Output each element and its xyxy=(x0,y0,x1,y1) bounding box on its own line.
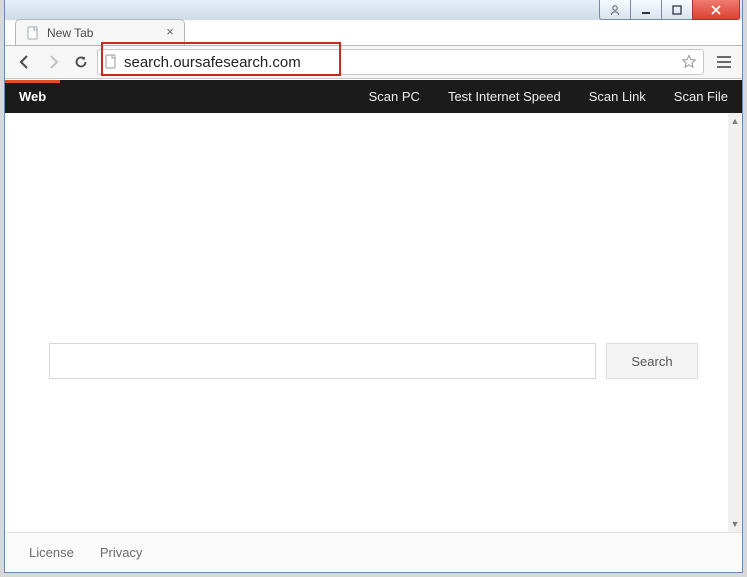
window-titlebar xyxy=(5,0,742,20)
topbar-link-scan-pc[interactable]: Scan PC xyxy=(355,80,434,113)
bookmark-star-icon[interactable] xyxy=(681,54,697,70)
menu-button[interactable] xyxy=(714,52,734,72)
tab-favicon-icon xyxy=(26,26,40,40)
topbar-link-scan-link[interactable]: Scan Link xyxy=(575,80,660,113)
browser-tab[interactable]: New Tab × xyxy=(15,19,185,45)
topbar-link-scan-file[interactable]: Scan File xyxy=(660,80,742,113)
forward-button[interactable] xyxy=(41,50,65,74)
back-button[interactable] xyxy=(13,50,37,74)
browser-window: New Tab × Web xyxy=(4,0,743,573)
reload-button[interactable] xyxy=(69,50,93,74)
site-footer: License Privacy xyxy=(5,532,742,572)
scroll-up-arrow-icon[interactable]: ▲ xyxy=(728,113,742,129)
url-input[interactable] xyxy=(124,54,675,71)
window-minimize-button[interactable] xyxy=(630,0,662,20)
footer-link-privacy[interactable]: Privacy xyxy=(100,545,143,560)
tab-close-button[interactable]: × xyxy=(164,26,176,38)
vertical-scrollbar[interactable]: ▲ ▼ xyxy=(728,113,742,532)
page-content: Web Scan PC Test Internet Speed Scan Lin… xyxy=(5,80,742,572)
footer-link-license[interactable]: License xyxy=(29,545,74,560)
tab-title: New Tab xyxy=(47,26,93,40)
address-bar[interactable] xyxy=(97,49,704,75)
topbar-web-tab[interactable]: Web xyxy=(5,80,60,113)
site-topbar: Web Scan PC Test Internet Speed Scan Lin… xyxy=(5,80,742,113)
window-maximize-button[interactable] xyxy=(661,0,693,20)
tab-strip: New Tab × xyxy=(5,19,742,45)
topbar-web-label: Web xyxy=(19,89,46,104)
scroll-track[interactable] xyxy=(728,129,742,516)
search-row: Search xyxy=(49,343,698,379)
page-icon xyxy=(104,54,118,70)
window-close-button[interactable] xyxy=(692,0,740,20)
window-user-button[interactable] xyxy=(599,0,631,20)
page-body: Search ▲ ▼ xyxy=(5,113,742,532)
search-input[interactable] xyxy=(49,343,596,379)
scroll-down-arrow-icon[interactable]: ▼ xyxy=(728,516,742,532)
search-button[interactable]: Search xyxy=(606,343,698,379)
topbar-link-test-speed[interactable]: Test Internet Speed xyxy=(434,80,575,113)
browser-toolbar xyxy=(5,45,742,79)
